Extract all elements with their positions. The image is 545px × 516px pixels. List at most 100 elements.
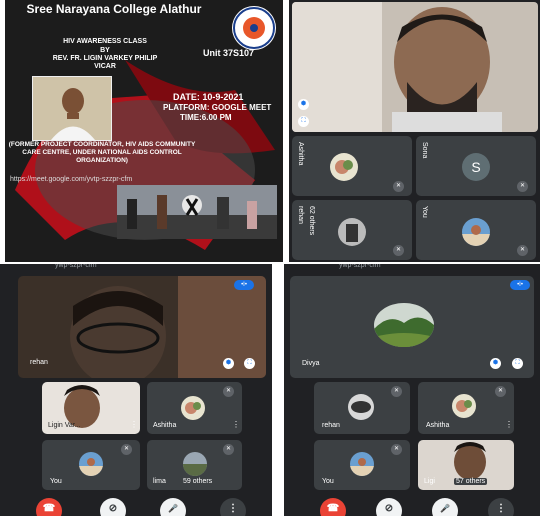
participant-name: lima: [153, 478, 166, 485]
poster-college-name: Sree Narayana College Alathur: [26, 2, 202, 16]
participant-tile-you[interactable]: You ✕: [416, 200, 536, 260]
participant-name: rehan: [322, 422, 340, 429]
participant-tile-you[interactable]: ✕ You: [42, 440, 140, 490]
camera-off-icon: ⊘: [108, 503, 118, 514]
end-call-button[interactable]: ☎: [320, 498, 346, 516]
participant-tile-you[interactable]: ✕ You: [314, 440, 410, 490]
avatar: S: [462, 153, 490, 181]
more-options-icon[interactable]: ⋮: [130, 420, 138, 429]
more-options-icon[interactable]: •I•: [510, 280, 530, 290]
others-count: 57 others: [454, 478, 488, 485]
meet-screen-3: ywp-szpr-cfm Divya •I• ⬢ ⛶ ✕ rehan ✕ Ash…: [284, 264, 540, 516]
participant-name: Ashitha: [426, 422, 450, 429]
more-options-icon[interactable]: •I•: [234, 280, 254, 290]
participant-name: Ligi: [424, 478, 435, 485]
mic-off-icon: 🎤: [440, 504, 450, 513]
participant-name: rehan: [30, 359, 48, 366]
participant-tile-rehan[interactable]: ✕ rehan: [314, 382, 410, 434]
mic-off-icon: ✕: [393, 181, 404, 192]
poster-speaker-role: VICAR: [94, 63, 116, 70]
others-count: 62 others: [308, 206, 315, 236]
avatar: [348, 394, 374, 420]
more-options-icon[interactable]: ⋮: [505, 420, 513, 429]
participant-name: Ligin Var...: [48, 422, 81, 429]
awareness-photo: [117, 185, 277, 239]
expand-icon[interactable]: ⛶: [298, 116, 309, 127]
poster-credentials: (FORMER PROJECT COORDINATOR, HIV AIDS CO…: [8, 141, 196, 164]
mic-off-icon: ✕: [393, 245, 404, 256]
more-options-button[interactable]: ⋮: [220, 498, 246, 516]
participant-tile-ligin[interactable]: Ligin Var... ⋮: [42, 382, 140, 434]
phone-icon: ☎: [326, 503, 340, 514]
avatar: [462, 218, 490, 246]
participant-name: Divya: [302, 360, 320, 367]
poster-unit: Unit 37S107: [203, 48, 255, 58]
more-options-icon[interactable]: ⋮: [232, 420, 240, 429]
top-bar-text: ywp-szpr-cfm: [339, 264, 381, 269]
poster-class-title: HIV AWARENESS CLASS: [63, 38, 147, 45]
event-poster: Sree Narayana College Alathur Unit 37S10…: [5, 0, 283, 262]
participant-name: Sona: [421, 142, 428, 159]
mic-off-icon: ✕: [391, 444, 402, 455]
participant-tile-rehan-others[interactable]: rehan 62 others ✕: [292, 200, 412, 260]
avatar: [350, 452, 374, 476]
avatar: [452, 394, 476, 418]
avatar: [338, 218, 366, 246]
mic-off-icon: ✕: [223, 444, 234, 455]
poster-time: TIME:6.00 PM: [180, 113, 232, 122]
mic-toggle-button[interactable]: 🎤: [432, 498, 458, 516]
mic-off-icon: ✕: [223, 386, 234, 397]
avatar: [181, 396, 205, 420]
participant-name: Ashitha: [297, 142, 304, 166]
expand-icon[interactable]: ⛶: [512, 358, 523, 369]
participant-name: You: [322, 478, 334, 485]
main-video-speaker: ⬢ ⛶: [292, 2, 538, 132]
top-bar-text: ywp-szpr-cfm: [55, 264, 97, 269]
participant-name: rehan: [297, 206, 304, 224]
others-count: 59 others: [183, 478, 213, 485]
participant-name: You: [421, 206, 428, 218]
camera-toggle-button[interactable]: ⊘: [376, 498, 402, 516]
mic-toggle-button[interactable]: 🎤: [160, 498, 186, 516]
participant-tile-others[interactable]: Ligi 57 others: [418, 440, 514, 490]
mic-off-icon: ✕: [391, 386, 402, 397]
poster-meet-link: https://meet.google.com/yvtp-szzpr-cfm: [10, 176, 133, 183]
college-logo: [232, 6, 276, 50]
pin-icon[interactable]: ⬢: [490, 358, 501, 369]
more-options-button[interactable]: ⋮: [488, 498, 514, 516]
mic-off-icon: ✕: [517, 245, 528, 256]
avatar: [79, 452, 103, 476]
phone-icon: ☎: [42, 503, 56, 514]
end-call-button[interactable]: ☎: [36, 498, 62, 516]
meet-screen-1: ⬢ ⛶ Ashitha ✕ Sona S ✕ rehan 62 others ✕…: [289, 0, 540, 262]
mic-off-icon: ✕: [495, 386, 506, 397]
speaker-photo: [32, 76, 112, 141]
poster-date: DATE: 10-9-2021: [173, 92, 244, 102]
main-video-rehan: rehan •I• ⬢ ⛶: [18, 276, 266, 378]
poster-speaker: REV. FR. LIGIN VARKEY PHILIP: [52, 55, 158, 62]
participant-name: You: [50, 478, 62, 485]
participant-tile-ashitha[interactable]: ✕ Ashitha ⋮: [418, 382, 514, 434]
main-video-divya: Divya •I• ⬢ ⛶: [290, 276, 534, 378]
participant-tile-sona[interactable]: Sona S ✕: [416, 136, 536, 196]
meet-screen-2: ywp-szpr-cfm rehan •I• ⬢ ⛶ Ligin Var... …: [0, 264, 272, 516]
mic-off-icon: ✕: [517, 181, 528, 192]
participant-tile-ashitha[interactable]: ✕ Ashitha ⋮: [147, 382, 242, 434]
participant-name: Ashitha: [153, 422, 177, 429]
more-vert-icon: ⋮: [228, 503, 238, 514]
participant-tile-ashitha[interactable]: Ashitha ✕: [292, 136, 412, 196]
poster-platform: PLATFORM: GOOGLE MEET: [163, 103, 272, 112]
avatar: [374, 303, 434, 347]
poster-by: BY: [100, 47, 110, 54]
avatar: [183, 452, 207, 476]
avatar: [330, 153, 358, 181]
pin-icon[interactable]: ⬢: [298, 99, 309, 110]
more-vert-icon: ⋮: [496, 503, 506, 514]
pin-icon[interactable]: ⬢: [223, 358, 234, 369]
expand-icon[interactable]: ⛶: [244, 358, 255, 369]
camera-off-icon: ⊘: [384, 503, 394, 514]
camera-toggle-button[interactable]: ⊘: [100, 498, 126, 516]
participant-tile-others[interactable]: ✕ lima 59 others: [147, 440, 242, 490]
mic-off-icon: 🎤: [168, 504, 178, 513]
mic-off-icon: ✕: [121, 444, 132, 455]
